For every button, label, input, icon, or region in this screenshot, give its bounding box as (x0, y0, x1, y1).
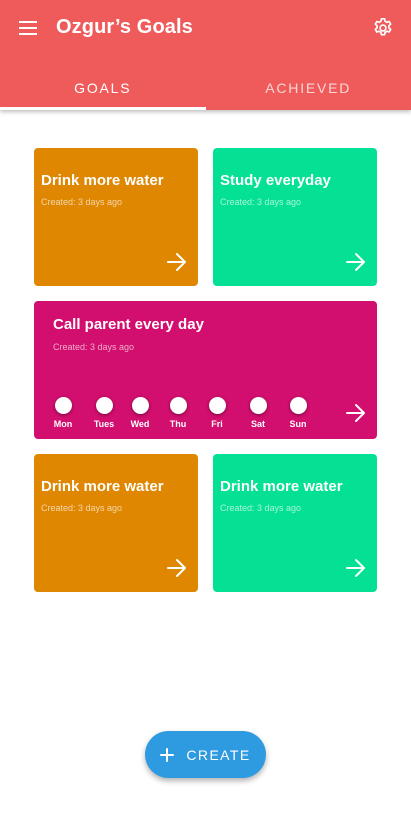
goal-card[interactable]: Drink more water Created: 3 days ago (34, 454, 198, 592)
settings-button[interactable] (367, 12, 399, 44)
goal-card[interactable]: Study everyday Created: 3 days ago (213, 148, 377, 286)
weekday-mon[interactable]: Mon (43, 397, 83, 429)
weekday-label: Tues (93, 419, 115, 429)
create-button-label: CREATE (186, 746, 251, 763)
goal-created-date: Created: 3 days ago (220, 197, 302, 207)
goal-created-date: Created: 3 days ago (220, 503, 302, 513)
weekday-label: Wed (130, 419, 150, 429)
arrow-right-icon[interactable] (166, 252, 188, 272)
app-bar: Ozgur’s Goals GOALS ACHIEVED (0, 0, 411, 110)
goal-created-date: Created: 3 days ago (41, 503, 123, 513)
arrow-right-icon[interactable] (345, 403, 367, 423)
weekday-label: Fri (211, 419, 223, 429)
weekday-toggle[interactable] (249, 397, 267, 414)
create-button[interactable]: CREATE (145, 731, 266, 778)
weekday-toggle[interactable] (54, 397, 72, 414)
weekday-sat[interactable]: Sat (238, 397, 278, 429)
goal-created-date: Created: 3 days ago (41, 197, 123, 207)
arrow-right-icon[interactable] (166, 558, 188, 578)
weekday-fri[interactable]: Fri (197, 397, 237, 429)
weekday-thu[interactable]: Thu (158, 397, 198, 429)
goal-title: Drink more water (41, 478, 164, 495)
weekday-wed[interactable]: Wed (120, 397, 160, 429)
weekday-toggle[interactable] (95, 397, 113, 414)
goal-card-weekly[interactable]: Call parent every day Created: 3 days ag… (34, 301, 377, 439)
weekday-tues[interactable]: Tues (84, 397, 124, 429)
weekday-toggle[interactable] (169, 397, 187, 414)
page-title: Ozgur’s Goals (56, 16, 193, 38)
tab-goals[interactable]: GOALS (0, 66, 206, 110)
weekday-label: Thu (169, 419, 187, 429)
menu-button[interactable] (10, 12, 46, 44)
goal-title: Study everyday (220, 172, 331, 189)
weekday-label: Sat (250, 419, 265, 429)
arrow-right-icon[interactable] (345, 558, 367, 578)
weekday-toggle[interactable] (289, 397, 307, 414)
tab-achieved[interactable]: ACHIEVED (206, 66, 411, 110)
tab-bar: GOALS ACHIEVED (0, 66, 411, 110)
weekday-label: Mon (53, 419, 73, 429)
menu-icon (19, 21, 37, 35)
goal-title: Call parent every day (53, 316, 204, 333)
plus-icon (160, 747, 175, 762)
weekday-toggle[interactable] (131, 397, 149, 414)
goal-card[interactable]: Drink more water Created: 3 days ago (34, 148, 198, 286)
goal-card[interactable]: Drink more water Created: 3 days ago (213, 454, 377, 592)
weekday-selector: Mon Tues Wed Thu Fri Sat Sun (34, 397, 334, 437)
arrow-right-icon[interactable] (345, 252, 367, 272)
weekday-label: Sun (289, 419, 307, 429)
goal-title: Drink more water (41, 172, 164, 189)
gear-icon (374, 18, 392, 36)
weekday-sun[interactable]: Sun (278, 397, 318, 429)
goal-created-date: Created: 3 days ago (53, 342, 135, 352)
weekday-toggle[interactable] (208, 397, 226, 414)
goal-title: Drink more water (220, 478, 343, 495)
